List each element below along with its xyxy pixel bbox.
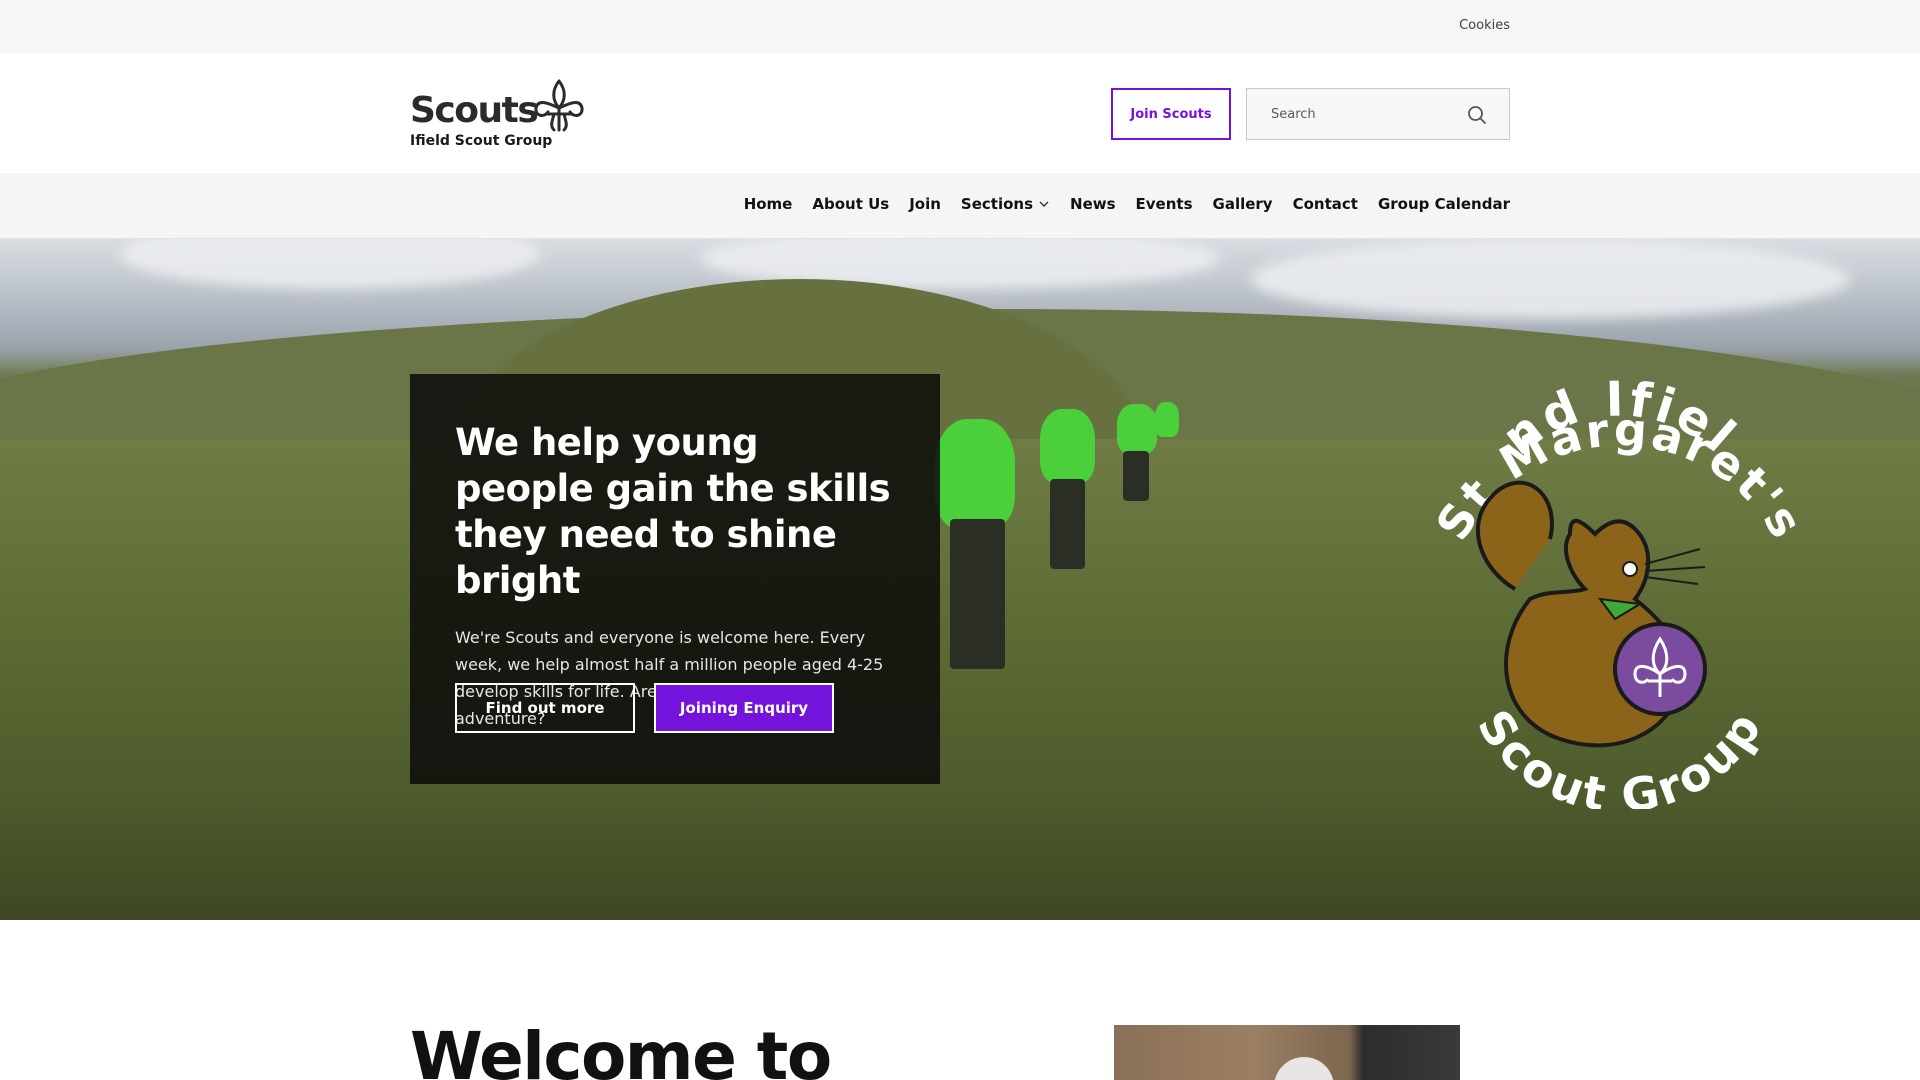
hero-content-panel: We help young people gain the skills the… <box>410 374 940 784</box>
search-icon[interactable] <box>1467 105 1487 125</box>
cloud <box>120 239 540 289</box>
hero-heading: We help young people gain the skills the… <box>455 421 891 602</box>
welcome-heading: Welcome to <box>410 1018 832 1080</box>
cloud <box>1250 239 1850 319</box>
nav-item-label: News <box>1070 195 1116 213</box>
hero-banner: We help young people gain the skills the… <box>0 239 1920 920</box>
joining-enquiry-button[interactable]: Joining Enquiry <box>654 683 834 733</box>
nav-item-join[interactable]: Join <box>909 195 941 213</box>
nav-item-home[interactable]: Home <box>744 195 793 213</box>
nav-item-label: Group Calendar <box>1377 195 1510 213</box>
nav-item-label: Events <box>1135 195 1193 213</box>
logo-wordmark: Scouts <box>410 90 539 131</box>
group-badge-logo: 2nd Ifield St Margaret's Scout Group <box>1420 349 1812 809</box>
nav-item-news[interactable]: News <box>1070 195 1116 213</box>
hero-buttons: Find out more Joining Enquiry <box>455 683 834 733</box>
nav-item-label: Join <box>909 195 941 213</box>
hiker-legs <box>1050 479 1085 569</box>
nav-item-sections[interactable]: Sections <box>961 195 1050 213</box>
search-box <box>1246 88 1510 140</box>
nav-item-label: About Us <box>812 195 890 213</box>
group-name: Ifield Scout Group <box>410 133 553 149</box>
join-scouts-button[interactable]: Join Scouts <box>1111 88 1231 140</box>
cookies-link[interactable]: Cookies <box>1459 18 1510 33</box>
nav-item-label: Sections <box>960 195 1034 213</box>
nav-item-group-calendar[interactable]: Group Calendar <box>1378 195 1510 213</box>
chevron-down-icon <box>1039 201 1049 207</box>
fleur-de-lis-icon <box>534 79 584 132</box>
scouts-logo[interactable]: Scouts Ifield Scout Group <box>410 78 600 150</box>
nav-item-label: Gallery <box>1212 195 1273 213</box>
nav-item-label: Contact <box>1292 195 1358 213</box>
nav-item-about-us[interactable]: About Us <box>812 195 889 213</box>
search-input[interactable] <box>1247 89 1467 139</box>
hiker-backpack <box>935 419 1015 529</box>
main-nav: Home About Us Join Sections News Events … <box>0 173 1920 239</box>
photo-person <box>1274 1057 1334 1080</box>
find-out-more-button[interactable]: Find out more <box>455 683 635 733</box>
hiker-backpack <box>1155 402 1179 437</box>
nav-item-events[interactable]: Events <box>1136 195 1193 213</box>
hiker-backpack <box>1117 404 1157 454</box>
nav-item-label: Home <box>743 195 793 213</box>
utility-bar: Cookies <box>0 0 1920 54</box>
hiker-backpack <box>1040 409 1095 484</box>
hiker-legs <box>1123 451 1149 501</box>
hiker-legs <box>950 519 1005 669</box>
nav-item-gallery[interactable]: Gallery <box>1213 195 1273 213</box>
nav-item-contact[interactable]: Contact <box>1293 195 1358 213</box>
welcome-photo <box>1114 1025 1460 1080</box>
site-header: Scouts Ifield Scout Group Join Scouts <box>0 54 1920 173</box>
